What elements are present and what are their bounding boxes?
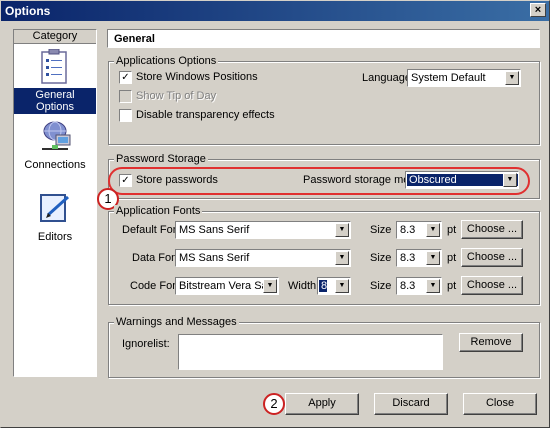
highlight-annotation-oval bbox=[108, 167, 530, 195]
group-legend: Application Fonts bbox=[114, 205, 203, 217]
editor-pen-icon bbox=[40, 194, 70, 222]
select-value: System Default bbox=[411, 72, 486, 84]
data-size-select[interactable]: 8.3 ▼ bbox=[396, 249, 442, 267]
category-label: Editors bbox=[37, 231, 73, 243]
code-size-select[interactable]: 8.3 ▼ bbox=[396, 277, 442, 295]
code-font-select[interactable]: Bitstream Vera Sans Mo ▼ bbox=[175, 277, 279, 295]
clipboard-checklist-icon bbox=[41, 48, 67, 84]
chevron-down-icon[interactable]: ▼ bbox=[426, 251, 440, 265]
title-bar: Options × bbox=[1, 1, 549, 21]
pt-label: pt bbox=[447, 224, 457, 236]
checkbox-label: Disable transparency effects bbox=[136, 109, 275, 121]
checkbox-label: Store Windows Positions bbox=[136, 71, 258, 83]
apply-button[interactable]: Apply bbox=[285, 393, 359, 415]
pt-label: pt bbox=[447, 280, 457, 292]
discard-button[interactable]: Discard bbox=[374, 393, 448, 415]
store-windows-positions-checkbox[interactable]: ✓ bbox=[119, 71, 132, 84]
category-label: Connections bbox=[24, 159, 86, 171]
select-value: MS Sans Serif bbox=[179, 252, 250, 264]
size-label: Size bbox=[370, 280, 392, 292]
size-label: Size bbox=[370, 252, 392, 264]
category-header: Category bbox=[14, 30, 96, 44]
show-tip-of-day-checkbox[interactable] bbox=[119, 90, 132, 103]
chevron-down-icon[interactable]: ▼ bbox=[335, 251, 349, 265]
ignorelist-label: Ignorelist: bbox=[122, 338, 170, 350]
default-size-select[interactable]: 8.3 ▼ bbox=[396, 221, 442, 239]
options-dialog: Options × Category General Options Conne… bbox=[0, 0, 550, 428]
checkbox-label: Show Tip of Day bbox=[136, 90, 217, 102]
category-item-editors[interactable]: Editors bbox=[14, 191, 96, 244]
width-label: Width: bbox=[288, 280, 320, 292]
data-font-select[interactable]: MS Sans Serif ▼ bbox=[175, 249, 351, 267]
code-width-select[interactable]: 8 ▼ bbox=[317, 277, 351, 295]
chevron-down-icon[interactable]: ▼ bbox=[335, 279, 349, 293]
chevron-down-icon[interactable]: ▼ bbox=[505, 71, 519, 85]
remove-button[interactable]: Remove bbox=[459, 333, 523, 352]
choose-default-font-button[interactable]: Choose ... bbox=[461, 220, 523, 239]
network-computer-icon bbox=[42, 121, 71, 150]
group-legend: Password Storage bbox=[114, 153, 208, 165]
page-title: General bbox=[107, 29, 540, 48]
chevron-down-icon[interactable]: ▼ bbox=[263, 279, 277, 293]
category-item-connections[interactable]: Connections bbox=[14, 119, 96, 172]
chevron-down-icon[interactable]: ▼ bbox=[426, 223, 440, 237]
group-legend: Applications Options bbox=[114, 55, 219, 67]
choose-data-font-button[interactable]: Choose ... bbox=[461, 248, 523, 267]
group-legend: Warnings and Messages bbox=[114, 316, 239, 328]
choose-code-font-button[interactable]: Choose ... bbox=[461, 276, 523, 295]
category-item-general-options[interactable]: General Options bbox=[14, 48, 96, 114]
close-button[interactable]: Close bbox=[463, 393, 537, 415]
select-value: MS Sans Serif bbox=[179, 224, 250, 236]
size-label: Size bbox=[370, 224, 392, 236]
ignorelist-textarea[interactable] bbox=[178, 334, 443, 370]
disable-transparency-checkbox[interactable] bbox=[119, 109, 132, 122]
language-select[interactable]: System Default ▼ bbox=[407, 69, 521, 87]
select-value: 8 bbox=[319, 280, 328, 292]
category-label: General Options bbox=[14, 88, 96, 114]
pt-label: pt bbox=[447, 252, 457, 264]
callout-badge-2: 2 bbox=[263, 393, 285, 415]
chevron-down-icon[interactable]: ▼ bbox=[335, 223, 349, 237]
chevron-down-icon[interactable]: ▼ bbox=[426, 279, 440, 293]
select-value: Bitstream Vera Sans Mo bbox=[179, 280, 265, 292]
default-font-select[interactable]: MS Sans Serif ▼ bbox=[175, 221, 351, 239]
window-close-button[interactable]: × bbox=[530, 3, 546, 17]
window-title: Options bbox=[5, 4, 51, 18]
